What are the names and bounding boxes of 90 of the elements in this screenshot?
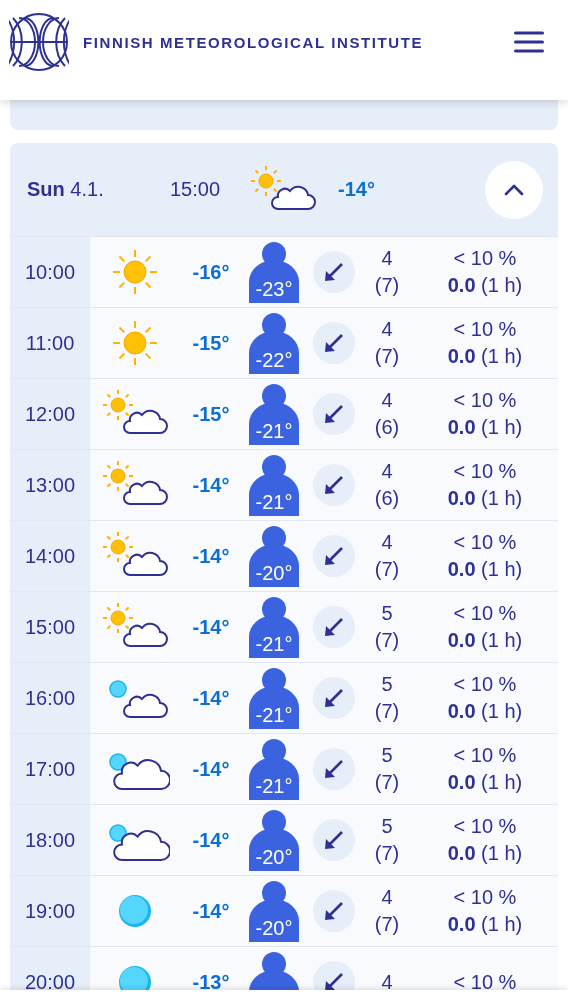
temperature: -15° bbox=[192, 402, 230, 426]
feels-like-temperature: -21° bbox=[254, 773, 294, 799]
rain-probability: < 10 % bbox=[453, 744, 517, 767]
wind-gust: (7) bbox=[374, 700, 400, 723]
rain-probability: < 10 % bbox=[453, 531, 517, 554]
person-icon bbox=[249, 809, 299, 871]
rain-amount: 0.0 (1 h) bbox=[447, 700, 523, 723]
rain-probability: < 10 % bbox=[453, 602, 517, 625]
temperature: -14° bbox=[192, 757, 230, 781]
feels-like-temperature: -21° bbox=[254, 418, 294, 444]
person-icon bbox=[249, 312, 299, 374]
temperature: -15° bbox=[192, 331, 230, 355]
menu-icon[interactable] bbox=[514, 31, 544, 53]
feels-like-temperature: -20° bbox=[254, 560, 294, 586]
day-label: Sun 4.1. bbox=[27, 178, 105, 201]
person-icon bbox=[249, 596, 299, 658]
rain-amount: 0.0 (1 h) bbox=[447, 842, 523, 865]
rain-amount: 0.0 (1 h) bbox=[447, 487, 523, 510]
wind-gust: (7) bbox=[374, 771, 400, 794]
rain-probability: < 10 % bbox=[453, 460, 517, 483]
wind-direction-icon bbox=[313, 677, 355, 719]
person-icon bbox=[249, 383, 299, 445]
wind-direction-icon bbox=[313, 464, 355, 506]
wind-gust: (7) bbox=[374, 913, 400, 936]
person-icon bbox=[249, 667, 299, 729]
rain-probability: < 10 % bbox=[453, 389, 517, 412]
person-icon bbox=[249, 454, 299, 516]
temperature: -14° bbox=[192, 899, 230, 923]
rain-amount: 0.0 (1 h) bbox=[447, 913, 523, 936]
wind-gust: (7) bbox=[374, 558, 400, 581]
wind-speed: 5 bbox=[381, 673, 393, 696]
person-icon bbox=[249, 880, 299, 942]
logo-icon bbox=[9, 12, 69, 72]
wind-speed: 4 bbox=[381, 531, 393, 554]
feels-like-temperature: -20° bbox=[254, 915, 294, 941]
wind-speed: 4 bbox=[381, 389, 393, 412]
wind-direction-icon bbox=[313, 748, 355, 790]
wind-gust: (6) bbox=[374, 416, 400, 439]
wind-speed: 5 bbox=[381, 815, 393, 838]
wind-speed: 4 bbox=[381, 886, 393, 909]
rain-probability: < 10 % bbox=[453, 815, 517, 838]
temperature: -14° bbox=[192, 615, 230, 639]
wind-gust: (7) bbox=[374, 345, 400, 368]
wind-speed: 4 bbox=[381, 970, 393, 994]
feels-like-temperature: -21° bbox=[254, 631, 294, 657]
person-icon bbox=[249, 738, 299, 800]
wind-direction-icon bbox=[313, 251, 355, 293]
temperature: -14° bbox=[192, 686, 230, 710]
wind-speed: 4 bbox=[381, 247, 393, 270]
site-title: FINNISH METEOROLOGICAL INSTITUTE bbox=[83, 33, 425, 51]
wind-direction-icon bbox=[313, 819, 355, 861]
wind-gust: (7) bbox=[374, 842, 400, 865]
feels-like-temperature: -22° bbox=[254, 347, 294, 373]
person-icon bbox=[249, 241, 299, 303]
rain-amount: 0.0 (1 h) bbox=[447, 274, 523, 297]
rain-probability: < 10 % bbox=[453, 886, 517, 909]
wind-gust: (7) bbox=[374, 274, 400, 297]
wind-gust: (7) bbox=[374, 629, 400, 652]
wind-speed: 5 bbox=[381, 744, 393, 767]
wind-speed: 4 bbox=[381, 318, 393, 341]
rain-probability: < 10 % bbox=[453, 247, 517, 270]
rain-amount: 0.0 (1 h) bbox=[447, 416, 523, 439]
rain-probability: < 10 % bbox=[453, 970, 517, 994]
wind-gust: (6) bbox=[374, 487, 400, 510]
rain-amount: 0.0 (1 h) bbox=[447, 771, 523, 794]
wind-direction-icon bbox=[313, 890, 355, 932]
rain-amount: 0.0 (1 h) bbox=[447, 345, 523, 368]
rain-probability: < 10 % bbox=[453, 673, 517, 696]
temperature: -13° bbox=[192, 970, 230, 994]
day-time: 15:00 bbox=[170, 178, 222, 201]
person-icon bbox=[249, 525, 299, 587]
wind-speed: 4 bbox=[381, 460, 393, 483]
caret-icon bbox=[504, 183, 524, 196]
wind-speed: 5 bbox=[381, 602, 393, 625]
wind-direction-icon bbox=[313, 535, 355, 577]
wind-direction-icon bbox=[313, 606, 355, 648]
wind-direction-icon bbox=[313, 322, 355, 364]
temperature: -16° bbox=[192, 260, 230, 284]
feels-like-temperature: -23° bbox=[254, 276, 294, 302]
feels-like-temperature: -21° bbox=[254, 702, 294, 728]
feels-like-temperature: -20° bbox=[254, 844, 294, 870]
rain-probability: < 10 % bbox=[453, 318, 517, 341]
day-temperature: -14° bbox=[338, 178, 376, 201]
rain-amount: 0.0 (1 h) bbox=[447, 558, 523, 581]
rain-amount: 0.0 (1 h) bbox=[447, 629, 523, 652]
temperature: -14° bbox=[192, 473, 230, 497]
temperature: -14° bbox=[192, 544, 230, 568]
feels-like-temperature: -21° bbox=[254, 489, 294, 515]
temperature: -14° bbox=[192, 828, 230, 852]
wind-direction-icon bbox=[313, 393, 355, 435]
